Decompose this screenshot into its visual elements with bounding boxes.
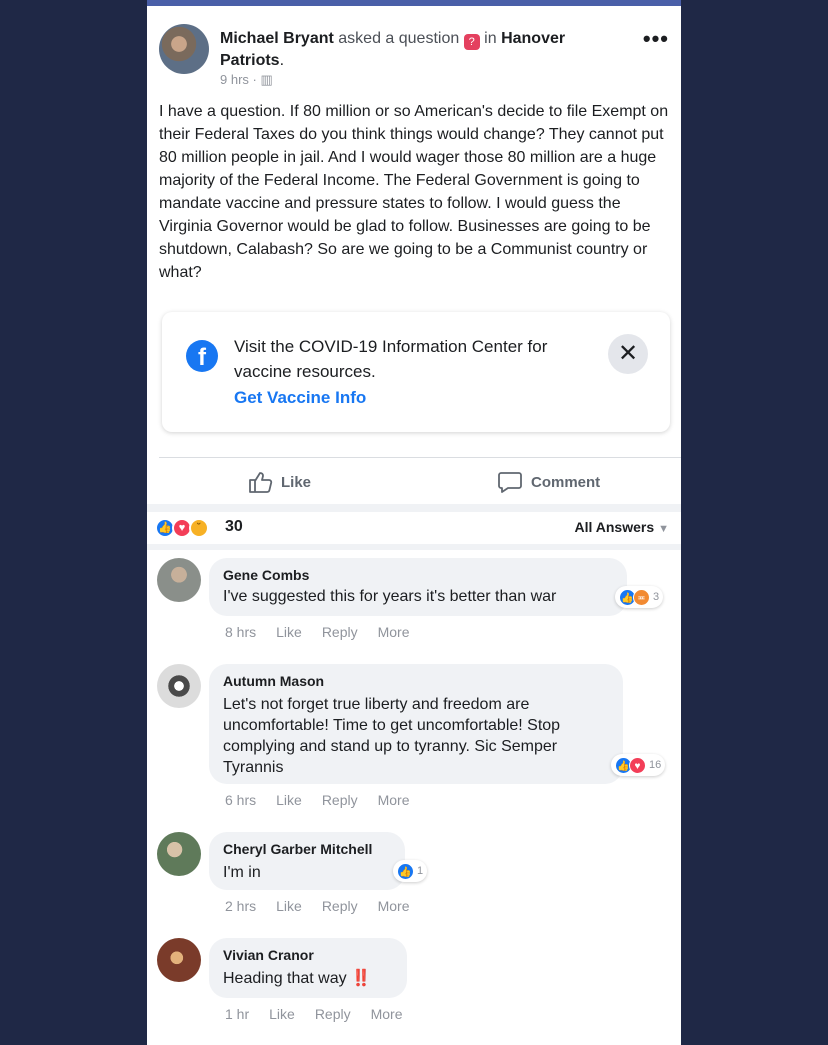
post-header-line: Michael Bryant asked a question ? in Han… xyxy=(220,28,620,71)
get-vaccine-info-link[interactable]: Get Vaccine Info xyxy=(234,388,366,408)
post-meta: 9 hrs · ▥ xyxy=(220,72,273,88)
comment-more-link[interactable]: More xyxy=(371,1006,403,1022)
author-avatar[interactable] xyxy=(159,24,209,74)
more-options-icon[interactable]: ••• xyxy=(643,26,669,52)
comment-time: 1 hr xyxy=(225,1006,250,1022)
close-icon[interactable]: ✕ xyxy=(608,334,648,374)
post-time[interactable]: 9 hrs xyxy=(220,72,249,87)
comment-item: Vivian Cranor Heading that way ‼️ 1 hr L… xyxy=(147,938,681,1038)
comment-time: 2 hrs xyxy=(225,898,257,914)
sad-icon: ˘ xyxy=(189,518,209,538)
avatar[interactable] xyxy=(157,938,201,982)
avatar[interactable] xyxy=(157,832,201,876)
comment-like-link[interactable]: Like xyxy=(269,1006,295,1022)
group-privacy-icon: ▥ xyxy=(260,72,273,87)
comment-reaction-count: 3 xyxy=(653,591,660,603)
like-icon: 👍 xyxy=(397,862,414,880)
commenter-name[interactable]: Vivian Cranor xyxy=(223,946,393,964)
avatar[interactable] xyxy=(157,558,201,602)
phone-screen: Michael Bryant asked a question ? in Han… xyxy=(147,0,681,1045)
post-body: I have a question. If 80 million or so A… xyxy=(159,103,669,281)
like-button[interactable]: Like xyxy=(247,470,311,494)
post-action-text: asked a question xyxy=(338,30,460,47)
comment-bubble: Cheryl Garber Mitchell I'm in xyxy=(209,832,405,890)
comment-reaction-count: 16 xyxy=(649,759,662,771)
comment-bubble: Gene Combs I've suggested this for years… xyxy=(209,558,627,616)
double-exclamation-icon: ‼️ xyxy=(351,970,372,987)
reactions-summary[interactable]: 👍 ♥ ˘ 30 All Answers ▼ xyxy=(147,512,681,544)
post-actions: Like Comment xyxy=(147,460,681,504)
comment-item: Cheryl Garber Mitchell I'm in 👍 1 2 hrs … xyxy=(147,830,681,920)
comment-like-link[interactable]: Like xyxy=(276,624,302,640)
comment-reply-link[interactable]: Reply xyxy=(322,792,358,808)
commenter-name[interactable]: Gene Combs xyxy=(223,566,613,584)
sort-label: All Answers xyxy=(574,519,655,535)
comment-item: Autumn Mason Let's not forget true liber… xyxy=(147,664,681,814)
comment-reply-link[interactable]: Reply xyxy=(322,624,358,640)
comment-more-link[interactable]: More xyxy=(378,624,410,640)
comment-time: 8 hrs xyxy=(225,624,257,640)
love-icon: ♥ xyxy=(629,756,646,774)
divider xyxy=(159,457,681,458)
comment-reply-link[interactable]: Reply xyxy=(322,898,358,914)
comment-text: I'm in xyxy=(223,864,261,881)
section-separator xyxy=(147,504,681,512)
meta-separator: · xyxy=(252,72,257,87)
comment-bubble: Autumn Mason Let's not forget true liber… xyxy=(209,664,623,784)
author-name[interactable]: Michael Bryant xyxy=(220,30,334,47)
comment-text: Let's not forget true liberty and freedo… xyxy=(223,696,561,776)
comment-reply-link[interactable]: Reply xyxy=(315,1006,351,1022)
comment-text: I've suggested this for years it's bette… xyxy=(223,588,557,605)
comment-like-link[interactable]: Like xyxy=(276,898,302,914)
comment-meta: 1 hr Like Reply More xyxy=(225,1006,403,1022)
sort-answers-dropdown[interactable]: All Answers ▼ xyxy=(574,519,669,535)
commenter-name[interactable]: Autumn Mason xyxy=(223,672,609,690)
comment-button-label: Comment xyxy=(531,473,601,491)
comment-more-link[interactable]: More xyxy=(378,898,410,914)
comment-icon xyxy=(498,472,522,493)
comment-meta: 2 hrs Like Reply More xyxy=(225,898,410,914)
covid-info-card: f Visit the COVID-19 Information Center … xyxy=(162,312,670,432)
post-header: Michael Bryant asked a question ? in Han… xyxy=(147,6,681,92)
caret-down-icon: ▼ xyxy=(658,523,669,535)
thumbs-up-icon xyxy=(249,472,273,493)
question-icon: ? xyxy=(463,34,480,50)
comment-meta: 8 hrs Like Reply More xyxy=(225,624,410,640)
comment-reactions[interactable]: 👍 ♥ 16 xyxy=(611,754,666,776)
comment-like-link[interactable]: Like xyxy=(276,792,302,808)
covid-card-text: Visit the COVID-19 Information Center fo… xyxy=(234,337,548,381)
comment-time: 6 hrs xyxy=(225,792,257,808)
reaction-count: 30 xyxy=(225,518,243,535)
comment-text: Heading that way xyxy=(223,970,347,987)
comment-text-line: Heading that way ‼️ xyxy=(223,968,393,989)
angry-icon: ≖ xyxy=(633,588,650,606)
facebook-logo-icon: f xyxy=(186,340,218,372)
comment-item: Gene Combs I've suggested this for years… xyxy=(147,556,681,646)
comment-more-link[interactable]: More xyxy=(378,792,410,808)
commenter-name[interactable]: Cheryl Garber Mitchell xyxy=(223,840,391,858)
section-separator xyxy=(147,544,681,550)
comment-meta: 6 hrs Like Reply More xyxy=(225,792,410,808)
comment-bubble: Vivian Cranor Heading that way ‼️ xyxy=(209,938,407,998)
header-period: . xyxy=(279,52,285,69)
comment-reaction-count: 1 xyxy=(417,865,424,877)
in-word: in xyxy=(484,30,497,47)
comment-reactions[interactable]: 👍 ≖ 3 xyxy=(615,586,664,608)
comment-button[interactable]: Comment xyxy=(497,470,600,494)
like-button-label: Like xyxy=(281,473,312,491)
avatar[interactable] xyxy=(157,664,201,708)
comment-reactions[interactable]: 👍 1 xyxy=(393,860,428,882)
